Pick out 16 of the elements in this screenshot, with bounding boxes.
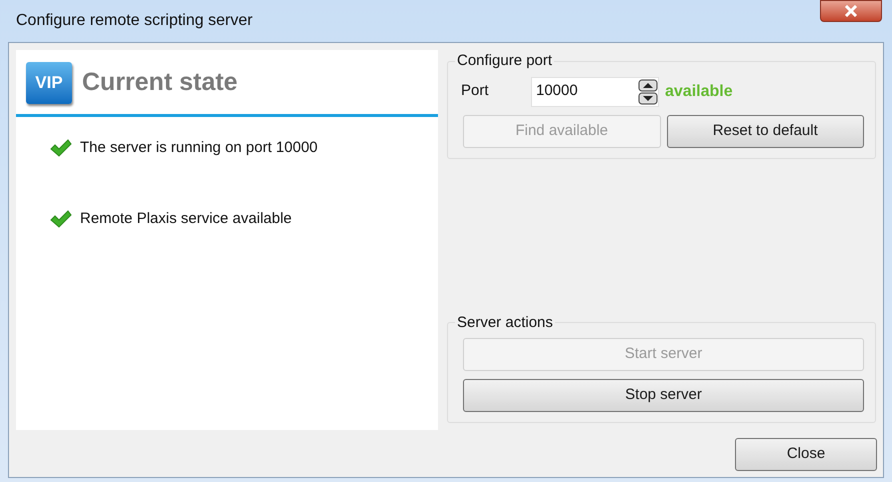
port-spinbox[interactable]: 10000 (531, 76, 659, 106)
dialog-button[interactable]: Stop server (463, 379, 864, 412)
window-title: Configure remote scripting server (16, 11, 253, 31)
dialog-button[interactable]: Reset to default (666, 114, 864, 148)
group-title: Configure port (456, 51, 554, 71)
port-label: Port (460, 81, 490, 102)
spin-arrows-icon (638, 78, 658, 104)
close-icon (844, 5, 858, 17)
vip-logo: VIP (26, 62, 72, 104)
status-text: The server is running on port 10000 (80, 138, 318, 158)
status-text: Remote Plaxis service available (80, 208, 292, 228)
close-button[interactable] (820, 0, 882, 22)
panel-heading: Current state (82, 67, 238, 98)
port-status: available (665, 82, 733, 102)
dialog-button[interactable]: Close (735, 438, 877, 471)
group-title: Server actions (456, 312, 554, 332)
